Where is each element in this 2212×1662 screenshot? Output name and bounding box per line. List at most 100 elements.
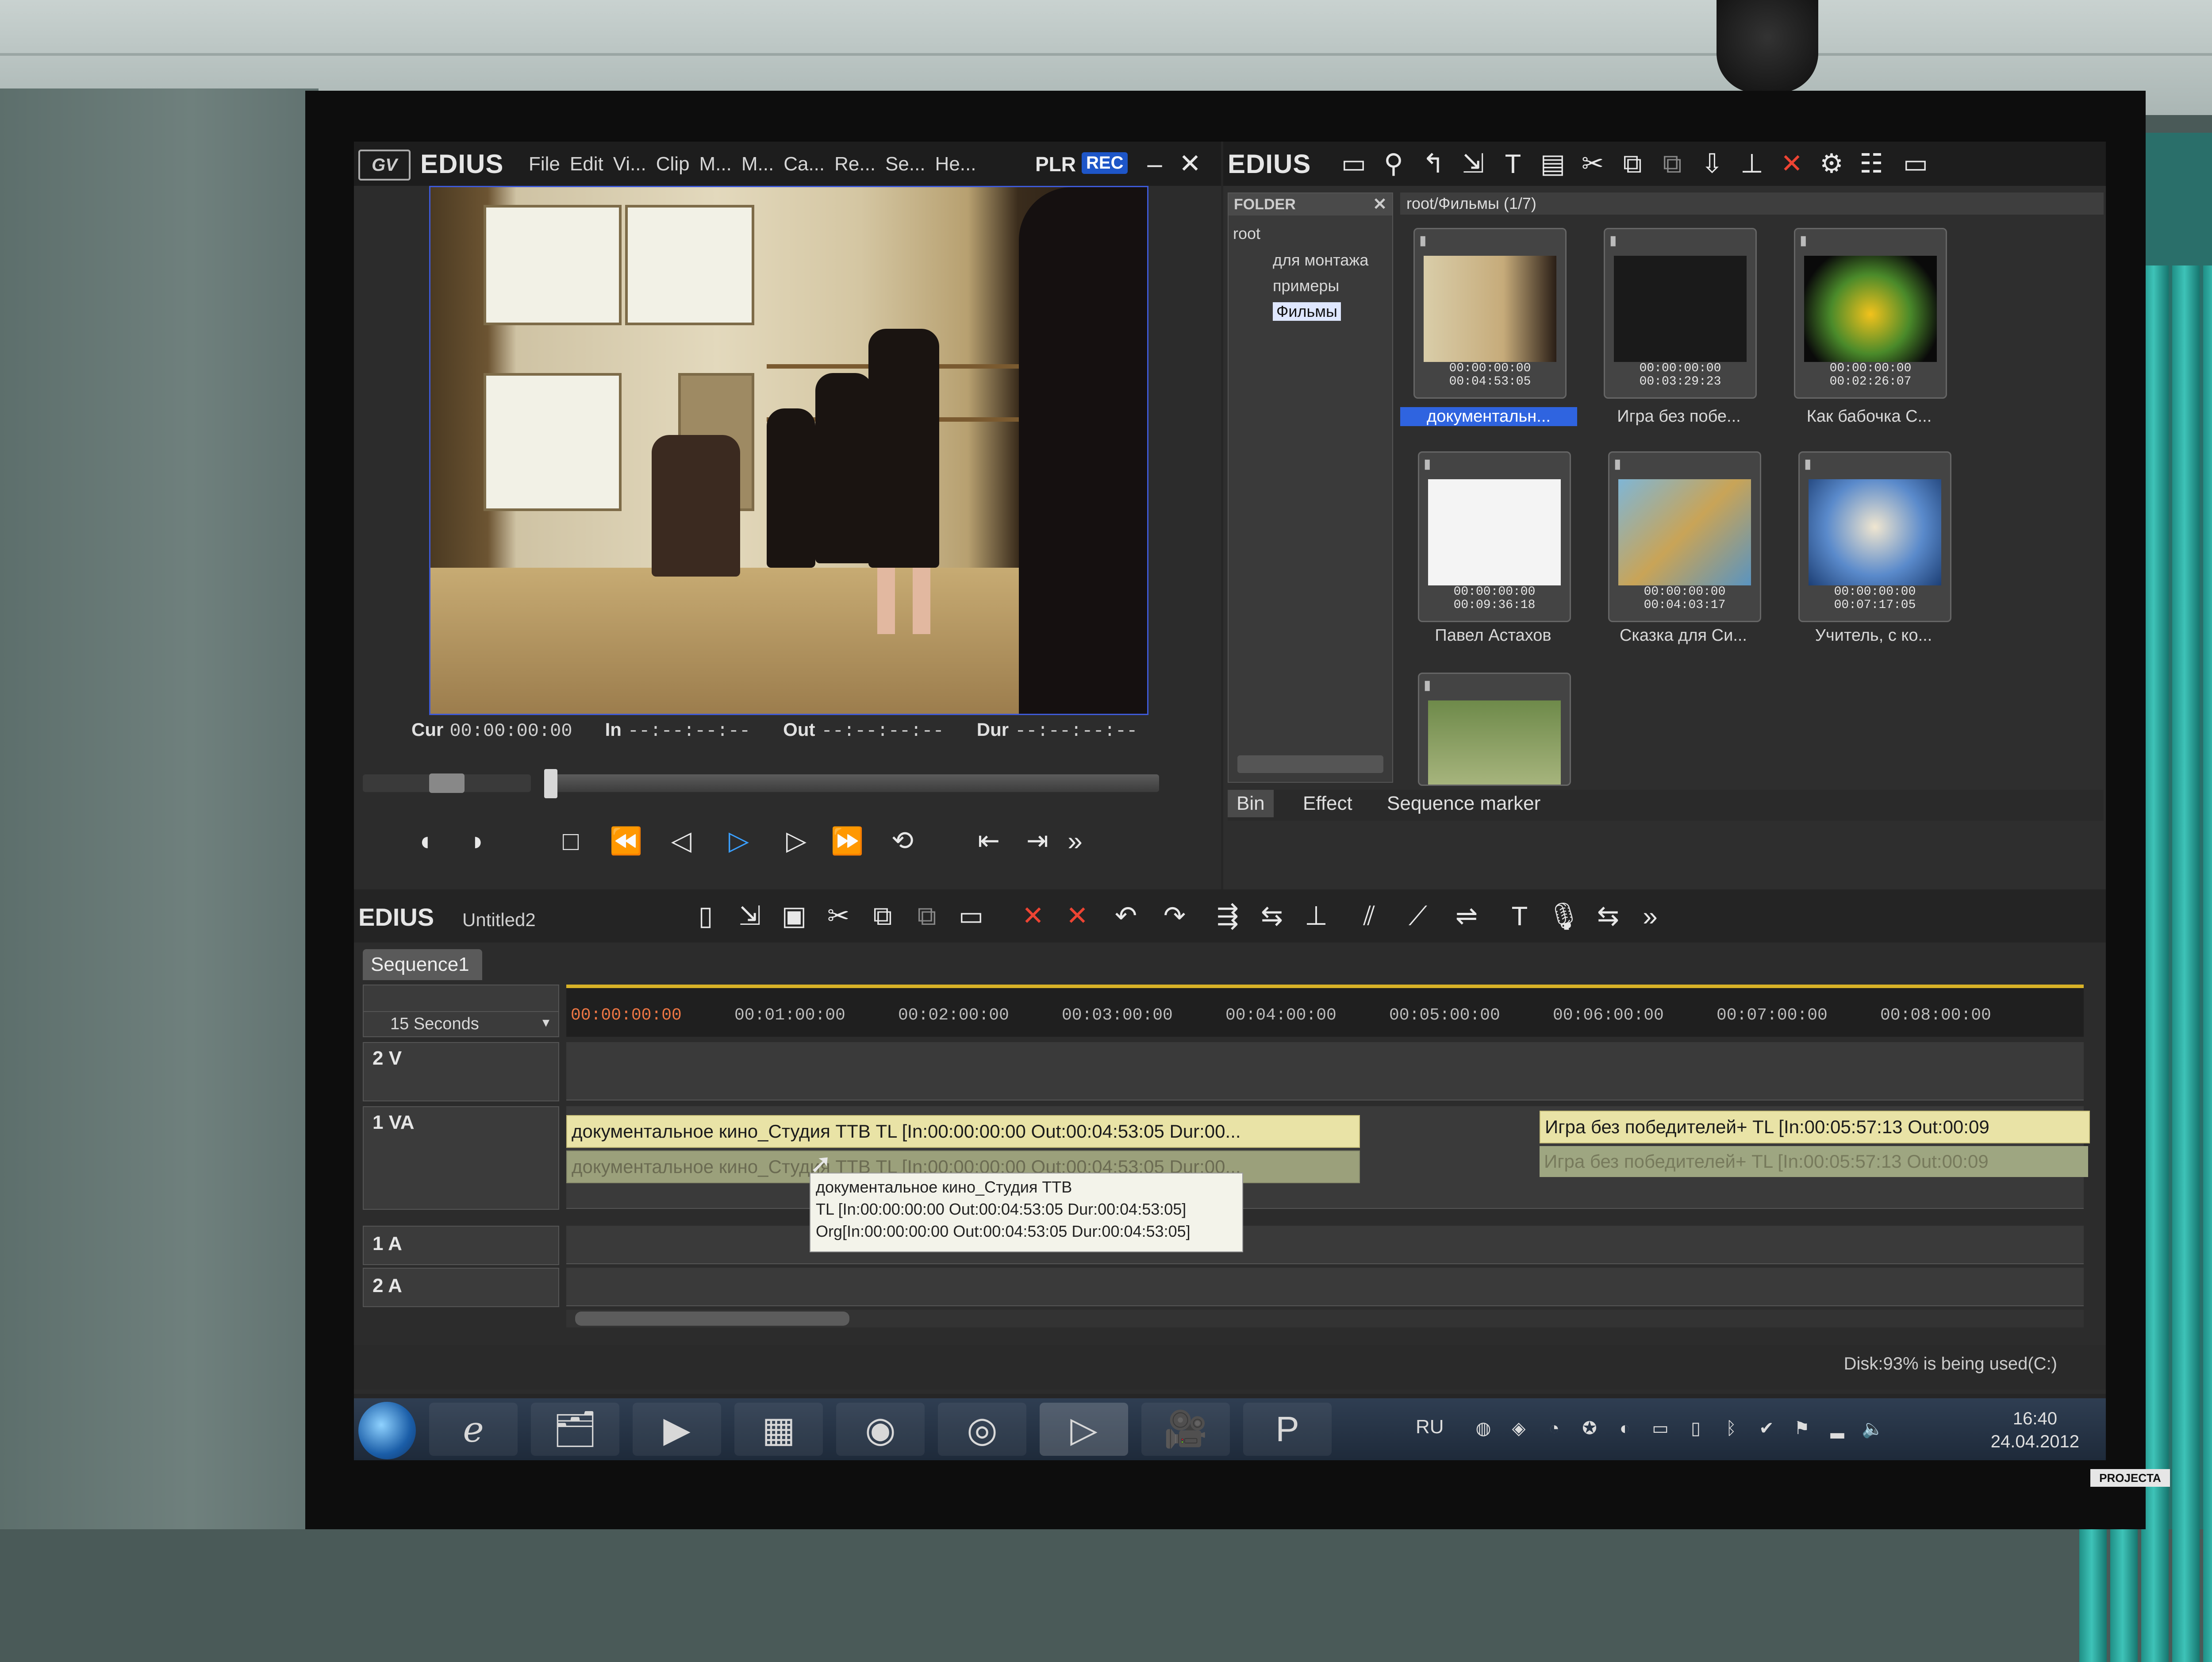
properties-icon[interactable]: ⚙ xyxy=(1816,149,1847,178)
add-to-timeline-icon[interactable]: ⇩ xyxy=(1697,149,1728,178)
timeline-scale[interactable]: 15 Seconds ▾ xyxy=(363,1011,559,1037)
fast-forward-icon[interactable]: ⏩ xyxy=(827,823,867,858)
media-player-icon[interactable]: ▶ xyxy=(633,1403,721,1456)
language-indicator[interactable]: RU xyxy=(1416,1416,1444,1438)
menu-mode[interactable]: M... xyxy=(741,153,774,175)
tray-shield-icon[interactable]: ◈ xyxy=(1509,1418,1529,1439)
cut-icon[interactable]: ✂ xyxy=(1577,149,1608,178)
camera-app-icon[interactable]: 🎥 xyxy=(1141,1403,1230,1456)
set-in-icon[interactable]: ◖ xyxy=(407,823,442,858)
timeline-clip-audio[interactable]: Игра без победителей+ TL [In:00:05:57:13… xyxy=(1540,1146,2088,1177)
chrome-icon[interactable]: ◎ xyxy=(938,1403,1026,1456)
timeline-scrollbar-thumb[interactable] xyxy=(575,1312,849,1326)
paste-icon[interactable]: ⧉ xyxy=(1657,149,1688,178)
track-lane-2a[interactable] xyxy=(566,1268,2084,1306)
chevron-down-icon[interactable]: ▾ xyxy=(542,1014,549,1031)
action-center-flag-icon[interactable]: ⚑ xyxy=(1792,1418,1812,1439)
tree-item-films[interactable]: Фильмы xyxy=(1273,302,1341,321)
menu-clip[interactable]: Clip xyxy=(656,153,690,175)
delete-icon[interactable]: ✕ xyxy=(1018,901,1048,931)
delete-icon[interactable]: ✕ xyxy=(1776,149,1807,178)
clip-name[interactable]: Игра без побе... xyxy=(1586,407,1772,426)
clip-thumbnail[interactable]: ▮ xyxy=(1418,673,1571,786)
start-orb-icon[interactable] xyxy=(358,1402,416,1459)
render-icon[interactable]: ⇆ xyxy=(1593,901,1624,931)
menu-edit[interactable]: Edit xyxy=(570,153,603,175)
split-icon[interactable]: ⫽ xyxy=(1354,901,1385,931)
tray-app-icon[interactable]: ◔ xyxy=(1544,1418,1564,1439)
clip-name[interactable]: Как бабочка С... xyxy=(1776,407,1962,426)
close-icon[interactable]: ✕ xyxy=(1373,194,1387,214)
paste-icon[interactable]: ⧉ xyxy=(911,901,942,931)
track-lane-1a[interactable] xyxy=(566,1226,2084,1264)
internet-explorer-icon[interactable]: ℯ xyxy=(429,1403,518,1456)
shuttle-knob[interactable] xyxy=(429,773,465,793)
insert-icon[interactable]: ⊥ xyxy=(1736,149,1767,178)
zoom-slider[interactable] xyxy=(363,985,559,1013)
position-slider-knob[interactable] xyxy=(544,769,557,798)
voiceover-mic-icon[interactable]: 🎙 xyxy=(1547,901,1581,931)
tab-sequence-marker[interactable]: Sequence marker xyxy=(1387,793,1540,815)
timeline-clip-video[interactable]: Игра без победителей+ TL [In:00:05:57:13… xyxy=(1540,1111,2090,1143)
transition-icon[interactable]: ⟋ xyxy=(1402,901,1433,931)
tray-monitor-icon[interactable]: ▭ xyxy=(1650,1418,1671,1439)
track-lane-2v[interactable] xyxy=(566,1042,2084,1100)
menu-capture[interactable]: Ca... xyxy=(783,153,825,175)
menu-marker[interactable]: M... xyxy=(699,153,732,175)
import-icon[interactable]: ⇲ xyxy=(1458,149,1489,178)
menu-view[interactable]: Vi... xyxy=(613,153,646,175)
firefox-icon[interactable]: ◉ xyxy=(836,1403,925,1456)
track-header-2v[interactable]: 2 V xyxy=(363,1042,559,1101)
title-icon[interactable]: T xyxy=(1498,149,1528,179)
view-mode-icon[interactable]: ☷ xyxy=(1856,149,1887,178)
menu-file[interactable]: File xyxy=(529,153,560,175)
rec-mode-button[interactable]: REC xyxy=(1082,152,1128,174)
track-lane-1va[interactable]: документальное кино_Студия ТТВ TL [In:00… xyxy=(566,1106,2090,1209)
up-folder-icon[interactable]: ↰ xyxy=(1418,149,1449,178)
sequence-tab[interactable]: Sequence1 xyxy=(363,949,482,980)
stop-icon[interactable]: □ xyxy=(553,823,588,858)
track-header-1a[interactable]: 1 A xyxy=(363,1226,559,1265)
close-icon[interactable]: ✕ xyxy=(1177,149,1203,178)
track-header-1va[interactable]: 1 VA xyxy=(363,1106,559,1210)
step-back-icon[interactable]: ◁ xyxy=(664,823,699,858)
ripple-mode-icon[interactable]: ⇆ xyxy=(1256,901,1287,931)
sync-icon[interactable]: ⇌ xyxy=(1451,901,1482,931)
replace-icon[interactable]: ▭ xyxy=(956,901,987,931)
tree-item-montage[interactable]: для монтажа xyxy=(1273,251,1368,269)
clip-thumbnail[interactable]: ▮ 00:00:00:00 00:04:03:17 xyxy=(1608,451,1761,622)
clip-name[interactable]: документальн... xyxy=(1400,407,1577,426)
prev-edit-icon[interactable]: ⇤ xyxy=(969,823,1009,858)
cut-icon[interactable]: ✂ xyxy=(823,901,854,931)
clip-name[interactable]: Павел Астахов xyxy=(1400,626,1586,645)
plr-mode-button[interactable]: PLR xyxy=(1035,152,1076,176)
edius-icon[interactable]: ▷ xyxy=(1040,1403,1128,1456)
loop-play-icon[interactable]: ⟲ xyxy=(885,823,920,858)
open-project-icon[interactable]: ⇲ xyxy=(734,901,765,931)
bluetooth-icon[interactable]: ᛒ xyxy=(1721,1418,1741,1439)
clip-thumbnail[interactable]: ▮ 00:00:00:00 00:04:53:05 xyxy=(1413,228,1567,399)
timeline-clip-video[interactable]: документальное кино_Студия ТТВ TL [In:00… xyxy=(566,1115,1360,1148)
clip-thumbnail[interactable]: ▮ 00:00:00:00 00:07:17:05 xyxy=(1798,451,1951,622)
track-header-2a[interactable]: 2 A xyxy=(363,1268,559,1307)
powerpoint-icon[interactable]: P xyxy=(1243,1403,1332,1456)
save-icon[interactable]: ▣ xyxy=(779,901,810,931)
rewind-icon[interactable]: ⏪ xyxy=(606,823,646,858)
step-forward-icon[interactable]: ▷ xyxy=(779,823,814,858)
clip-name[interactable]: Учитель, с ко... xyxy=(1781,626,1966,645)
tray-network-icon[interactable]: ◍ xyxy=(1473,1418,1494,1439)
undo-icon[interactable]: ↶ xyxy=(1110,901,1141,931)
more-icon[interactable]: » xyxy=(1637,901,1663,931)
next-edit-icon[interactable]: ⇥ xyxy=(1018,823,1057,858)
position-slider[interactable] xyxy=(544,774,1159,792)
tray-globe-icon[interactable]: ◐ xyxy=(1615,1418,1635,1439)
menu-render[interactable]: Re... xyxy=(834,153,876,175)
timeline-ruler[interactable]: 00:00:00:00 00:01:00:00 00:02:00:00 00:0… xyxy=(566,985,2084,1037)
tab-bin[interactable]: Bin xyxy=(1228,790,1274,817)
minimize-icon[interactable]: – xyxy=(1141,149,1168,179)
clip-thumbnail[interactable]: ▮ 00:00:00:00 00:03:29:23 xyxy=(1604,228,1757,399)
tray-star-icon[interactable]: ✪ xyxy=(1579,1418,1600,1439)
tab-effect[interactable]: Effect xyxy=(1303,793,1352,815)
clip-thumbnail[interactable]: ▮ 00:00:00:00 00:02:26:07 xyxy=(1794,228,1947,399)
network-signal-icon[interactable]: ▂ xyxy=(1827,1418,1847,1439)
